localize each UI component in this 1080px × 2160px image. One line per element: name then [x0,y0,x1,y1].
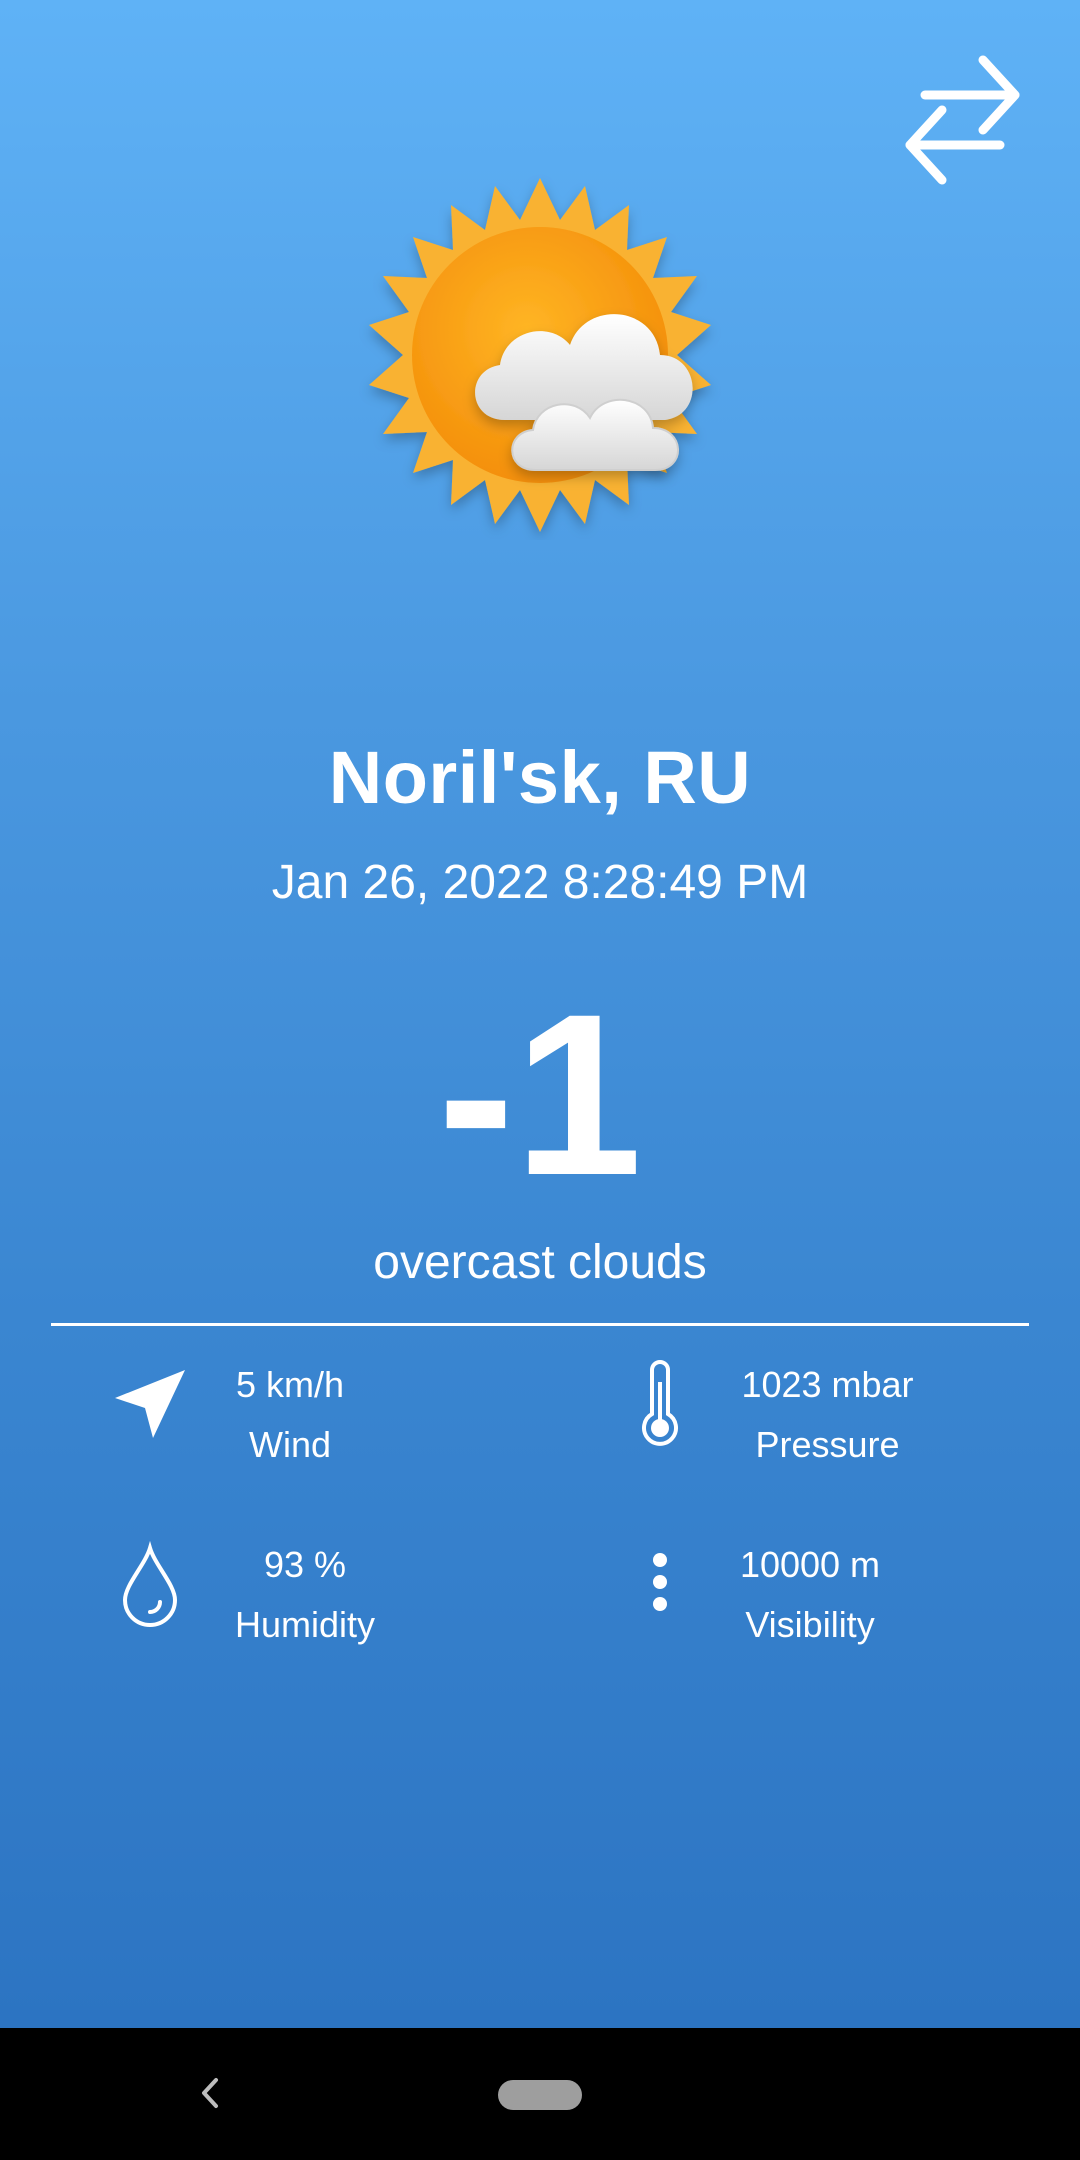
visibility-stat: 10000 m Visibility [710,1535,910,1655]
humidity-label: Humidity [234,1604,376,1645]
weather-description: overcast clouds [373,1236,707,1289]
divider [51,1323,1029,1326]
pressure-stat: 1023 mbar Pressure [720,1355,935,1475]
thermometer-icon [615,1360,705,1450]
dots-vertical-icon [615,1540,705,1630]
water-drop-icon [105,1540,195,1630]
navigation-arrow-icon [105,1360,195,1450]
pressure-label: Pressure [755,1424,900,1465]
home-pill-icon[interactable] [498,2080,582,2110]
visibility-label: Visibility [745,1604,875,1645]
wind-stat: 5 km/h Wind [185,1355,395,1475]
system-navigation-bar [0,2028,1080,2160]
swap-arrows-icon [905,55,1020,185]
back-chevron-icon[interactable] [190,2063,230,2123]
humidity-value: 93 % [263,1544,347,1585]
city-name: Noril'sk, RU [328,736,752,819]
weather-screen: Noril'sk, RU Jan 26, 2022 8:28:49 PM -1 … [0,0,1080,2028]
temperature: -1 [437,966,643,1223]
pressure-value: 1023 mbar [741,1364,914,1405]
wind-value: 5 km/h [235,1364,345,1405]
sun-with-clouds-icon [355,170,725,540]
visibility-value: 10000 m [739,1544,881,1585]
wind-label: Wind [248,1424,332,1465]
swap-arrows-button[interactable] [905,45,1020,195]
humidity-stat: 93 % Humidity [200,1535,410,1655]
date-time: Jan 26, 2022 8:28:49 PM [271,856,809,909]
